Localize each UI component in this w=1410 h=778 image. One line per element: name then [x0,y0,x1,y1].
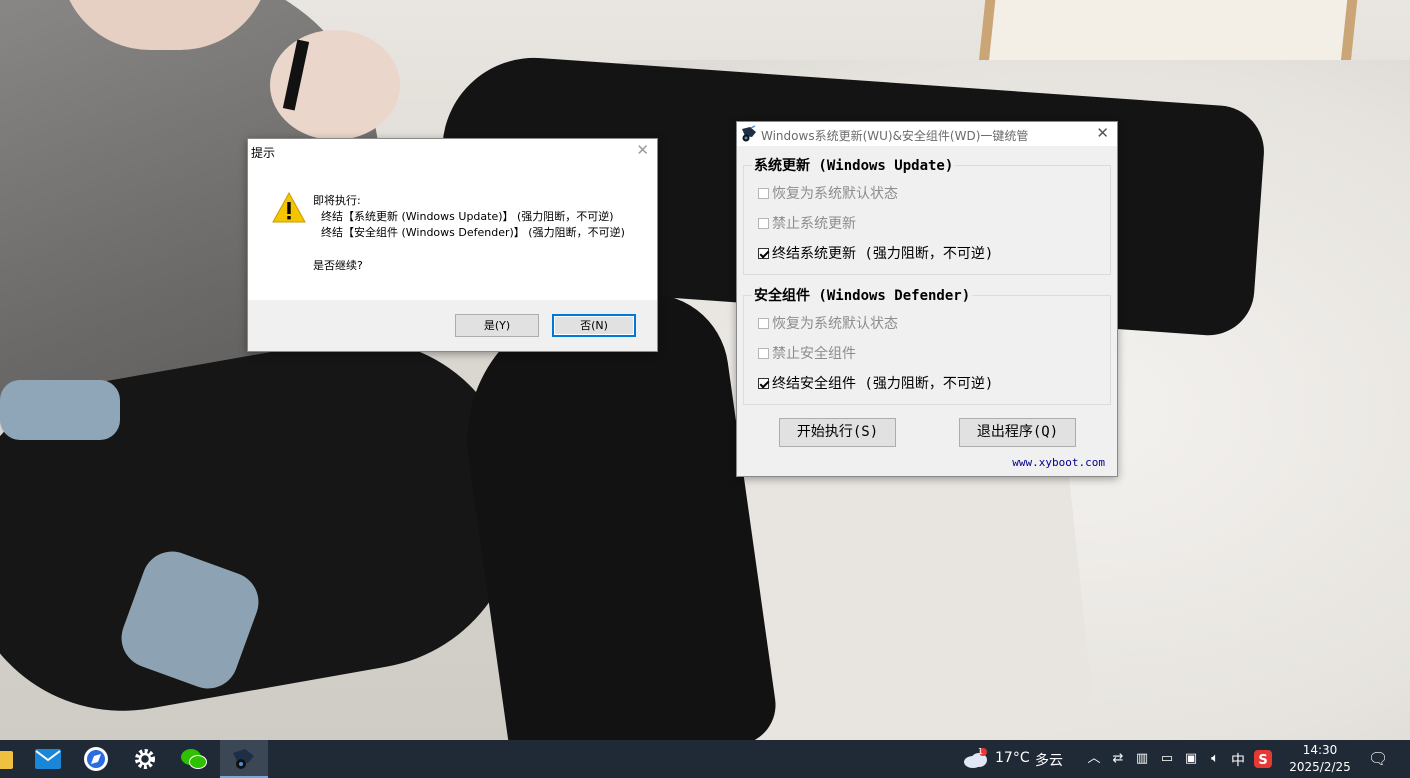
desktop-wallpaper [0,0,1410,740]
app-icon [742,125,756,142]
file-explorer-icon[interactable] [0,745,14,773]
clock-date: 2025/2/25 [1289,760,1351,774]
defender-terminate-checkbox[interactable]: 终结安全组件 (强力阻断，不可逆) [758,373,993,393]
message-question: 是否继续? [313,259,363,272]
volume-icon[interactable]: 🔈︎ [1206,750,1224,768]
network-icon[interactable]: ▣ [1182,750,1200,768]
website-link[interactable]: www.xyboot.com [1012,456,1105,469]
close-icon[interactable]: ✕ [636,141,649,159]
notification-icon[interactable]: 🗨︎ [1368,750,1388,768]
settings-icon[interactable] [131,745,159,773]
start-button[interactable]: 开始执行(S) [779,418,896,447]
group-legend: 系统更新 (Windows Update) [752,155,956,175]
weather-temp[interactable]: 17°C [995,750,1030,766]
warning-icon [272,191,306,223]
group-windows-update: 系统更新 (Windows Update) 恢复为系统默认状态 禁止系统更新 终… [743,155,1111,275]
no-button[interactable]: 否(N) [552,314,636,337]
checkbox-box[interactable] [758,378,769,389]
mail-icon[interactable] [34,745,62,773]
yes-button[interactable]: 是(Y) [455,314,539,337]
xyboot-tool-icon[interactable] [230,745,258,773]
clock-time: 14:30 [1302,743,1338,757]
message-intro: 即将执行: [313,194,361,207]
sync-icon[interactable]: ⇄ [1109,750,1127,768]
checkbox-box[interactable] [758,218,769,229]
dialog-titlebar[interactable]: 提示 ✕ [248,139,657,163]
chevron-up-icon[interactable]: ︿ [1085,750,1103,768]
group-legend: 安全组件 (Windows Defender) [752,285,973,305]
message-line-defender: 终结【安全组件 (Windows Defender)】 (强力阻断，不可逆) [321,226,625,239]
dialog-title: 提示 [251,146,276,160]
system-clock[interactable]: 14:30 2025/2/25 [1284,742,1356,776]
checkbox-box[interactable] [758,348,769,359]
group-windows-defender: 安全组件 (Windows Defender) 恢复为系统默认状态 禁止安全组件… [743,285,1111,405]
taskbar: 1 17°C 多云 ︿ ⇄ ▥ ▭ ▣ 🔈︎ 中 S 14:30 2025/2/… [0,740,1410,778]
battery-icon[interactable]: ▭ [1158,750,1176,768]
weather-cloud-icon[interactable] [962,745,990,773]
defender-restore-checkbox[interactable]: 恢复为系统默认状态 [758,313,898,333]
update-terminate-checkbox[interactable]: 终结系统更新 (强力阻断，不可逆) [758,243,993,263]
svg-text:S: S [1258,753,1267,768]
close-icon[interactable]: ✕ [1096,124,1109,142]
weather-badge: 1 [978,747,984,756]
exit-button[interactable]: 退出程序(Q) [959,418,1076,447]
dialog-button-bar: 是(Y) 否(N) [248,300,657,351]
ime-indicator[interactable]: 中 [1231,750,1245,770]
defender-disable-checkbox[interactable]: 禁止安全组件 [758,343,856,363]
checkbox-box[interactable] [758,248,769,259]
checkbox-box[interactable] [758,188,769,199]
browser-icon[interactable] [82,745,110,773]
sogou-input-icon[interactable]: S [1253,749,1273,769]
tool-window: Windows系统更新(WU)&安全组件(WD)一键统管 ✕ 系统更新 (Win… [736,121,1118,477]
tool-title: Windows系统更新(WU)&安全组件(WD)一键统管 [761,129,1029,143]
meter-icon[interactable]: ▥ [1133,750,1151,768]
weather-condition[interactable]: 多云 [1035,750,1063,770]
checkbox-box[interactable] [758,318,769,329]
update-restore-checkbox[interactable]: 恢复为系统默认状态 [758,183,898,203]
confirm-dialog: 提示 ✕ 即将执行: 终结【系统更新 (Windows Update)】 (强力… [247,138,658,352]
wechat-icon[interactable] [180,745,208,773]
tool-titlebar[interactable]: Windows系统更新(WU)&安全组件(WD)一键统管 ✕ [737,122,1117,146]
message-line-update: 终结【系统更新 (Windows Update)】 (强力阻断，不可逆) [321,210,614,223]
update-disable-checkbox[interactable]: 禁止系统更新 [758,213,856,233]
dialog-message: 即将执行: 终结【系统更新 (Windows Update)】 (强力阻断，不可… [313,193,625,241]
